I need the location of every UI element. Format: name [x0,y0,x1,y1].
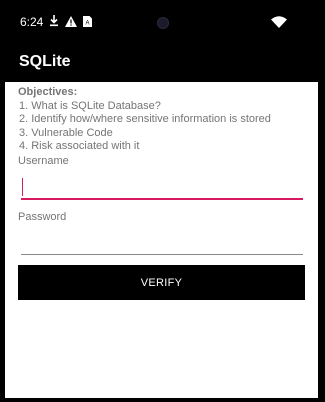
app-title: SQLite [19,53,71,70]
username-underline [21,198,303,200]
wifi-icon [271,15,287,33]
sim-icon: A [83,14,92,32]
warning-icon [65,14,77,32]
username-label: Username [18,155,69,167]
objectives-heading: Objectives: [18,86,78,98]
text-cursor [22,178,23,196]
objectives-text: Objectives: 1. What is SQLite Database? … [18,86,271,154]
objective-item: 3. Vulnerable Code [19,126,113,139]
password-input[interactable] [21,228,302,254]
objective-item: 4. Risk associated with it [19,140,140,152]
password-label: Password [18,211,67,223]
objective-item: 2. Identify how/where sensitive informat… [19,113,271,125]
camera-cutout [157,17,169,29]
svg-text:A: A [85,21,89,27]
download-icon [49,14,59,32]
password-underline [21,254,303,255]
username-input[interactable] [21,173,302,199]
main-content: Objectives: 1. What is SQLite Database? … [5,82,318,398]
status-bar: 6:24 A [0,0,325,44]
status-time: 6:24 [20,15,44,29]
objective-item: 1. What is SQLite Database? [19,99,161,112]
verify-button[interactable]: VERIFY [18,265,305,300]
app-bar: SQLite [0,44,325,82]
bottom-edge [0,398,325,402]
